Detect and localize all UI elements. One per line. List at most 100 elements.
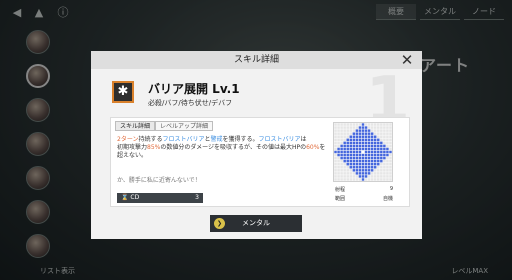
tab-levelup-detail[interactable]: レベルアップ詳細 bbox=[155, 121, 214, 131]
range-cell bbox=[355, 132, 359, 135]
range-cell bbox=[346, 144, 349, 148]
range-cell bbox=[386, 150, 389, 154]
range-cell bbox=[386, 138, 389, 142]
range-cell bbox=[337, 166, 340, 169]
range-cell bbox=[343, 123, 346, 126]
range-cell bbox=[386, 147, 389, 151]
range-cell bbox=[358, 153, 362, 157]
range-cell bbox=[380, 156, 383, 160]
range-cell bbox=[386, 132, 389, 135]
desc-value: 60% bbox=[306, 144, 320, 151]
range-cell bbox=[340, 159, 343, 163]
desc-text: 持続する bbox=[138, 136, 163, 143]
range-cell bbox=[355, 141, 359, 145]
range-cell bbox=[343, 135, 346, 138]
range-cell bbox=[361, 129, 365, 132]
range-distance-value: 9 bbox=[389, 186, 393, 192]
range-cell bbox=[386, 153, 389, 157]
range-cell bbox=[367, 169, 371, 172]
range-cell bbox=[340, 135, 343, 138]
range-cell bbox=[334, 178, 337, 181]
range-cell bbox=[367, 159, 371, 163]
range-cell bbox=[355, 138, 359, 142]
range-cell bbox=[370, 169, 374, 172]
range-cell bbox=[389, 166, 392, 169]
range-cell bbox=[337, 162, 340, 166]
range-cell bbox=[358, 141, 362, 145]
range-cell bbox=[364, 135, 368, 138]
range-cell bbox=[389, 147, 392, 151]
range-cell bbox=[352, 175, 356, 178]
range-cell bbox=[358, 159, 362, 163]
range-cell bbox=[367, 141, 371, 145]
range-cell bbox=[389, 150, 392, 154]
desc-keyword-link[interactable]: 警戒 bbox=[210, 136, 222, 143]
desc-value: 85% bbox=[147, 144, 161, 151]
range-cell bbox=[334, 147, 337, 151]
range-cell bbox=[373, 150, 377, 154]
range-cell bbox=[358, 132, 362, 135]
skill-content-panel: スキル詳細 レベルアップ詳細 2ターン持続するフロストバリアと警戒を獲得する。フ… bbox=[110, 117, 410, 207]
range-cell bbox=[349, 144, 353, 148]
tab-skill-detail[interactable]: スキル詳細 bbox=[115, 121, 156, 131]
range-cell bbox=[389, 132, 392, 135]
range-cell bbox=[383, 166, 386, 169]
range-cell bbox=[337, 135, 340, 138]
range-cell bbox=[334, 126, 337, 129]
range-cell bbox=[343, 156, 346, 160]
range-cell bbox=[386, 144, 389, 148]
range-cell bbox=[337, 150, 340, 154]
range-cell bbox=[367, 162, 371, 166]
range-cell bbox=[334, 175, 337, 178]
range-cell bbox=[340, 153, 343, 157]
range-cell bbox=[383, 175, 386, 178]
desc-keyword-link[interactable]: フロストバリア bbox=[163, 136, 205, 143]
range-cell bbox=[337, 132, 340, 135]
range-cell bbox=[340, 129, 343, 132]
range-cell bbox=[380, 150, 383, 154]
range-cell bbox=[343, 132, 346, 135]
range-area-row: 範囲 自機 bbox=[335, 195, 393, 202]
skill-range-grid bbox=[333, 122, 393, 182]
range-cell bbox=[358, 138, 362, 142]
range-cell bbox=[383, 138, 386, 142]
range-cell bbox=[380, 153, 383, 157]
range-cell bbox=[349, 138, 353, 142]
range-cell bbox=[370, 175, 374, 178]
desc-keyword-link[interactable]: フロストバリア bbox=[258, 136, 300, 143]
mental-button-label: メンタル bbox=[242, 219, 270, 227]
range-cell bbox=[373, 172, 377, 175]
range-cell bbox=[373, 138, 377, 142]
range-cell bbox=[389, 138, 392, 142]
range-cell bbox=[358, 166, 362, 169]
range-cell bbox=[355, 135, 359, 138]
range-cell bbox=[383, 126, 386, 129]
range-cell bbox=[373, 132, 377, 135]
range-cell bbox=[389, 175, 392, 178]
range-cell bbox=[389, 126, 392, 129]
range-cell bbox=[370, 159, 374, 163]
range-cell bbox=[377, 144, 380, 148]
range-cell bbox=[352, 123, 356, 126]
range-cell bbox=[340, 156, 343, 160]
range-cell bbox=[355, 153, 359, 157]
range-cell bbox=[355, 123, 359, 126]
range-cell bbox=[349, 123, 353, 126]
range-cell bbox=[370, 150, 374, 154]
range-cell bbox=[377, 156, 380, 160]
range-cell bbox=[337, 169, 340, 172]
range-cell bbox=[377, 132, 380, 135]
range-cell bbox=[361, 147, 365, 151]
range-cell bbox=[389, 162, 392, 166]
range-cell bbox=[373, 153, 377, 157]
range-cell bbox=[361, 162, 365, 166]
range-cell bbox=[343, 162, 346, 166]
range-cell bbox=[370, 156, 374, 160]
range-cell bbox=[364, 172, 368, 175]
mental-button[interactable]: ❯ メンタル bbox=[210, 215, 302, 232]
range-cell bbox=[352, 135, 356, 138]
range-cell bbox=[361, 126, 365, 129]
range-distance-row: 射程 9 bbox=[335, 186, 393, 193]
range-cell bbox=[370, 138, 374, 142]
range-cell bbox=[355, 129, 359, 132]
